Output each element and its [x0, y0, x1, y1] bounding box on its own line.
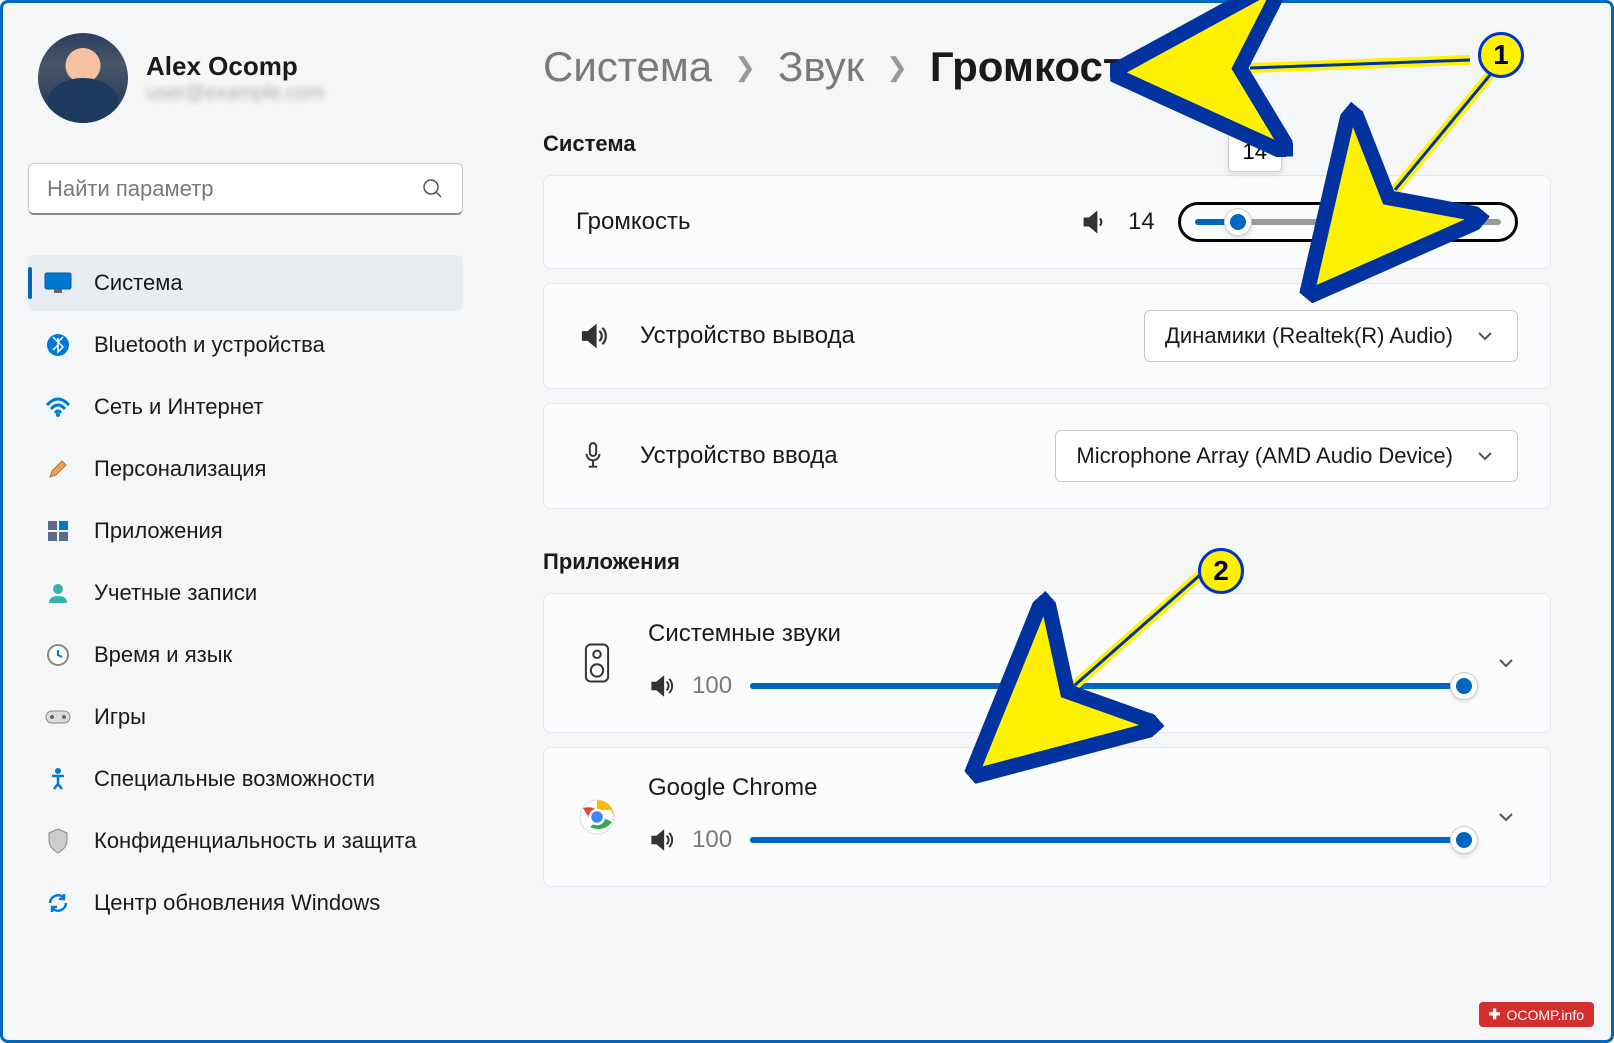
watermark: OCOMP.info: [1479, 1002, 1594, 1027]
annotation-arrows: [0, 0, 1614, 1043]
